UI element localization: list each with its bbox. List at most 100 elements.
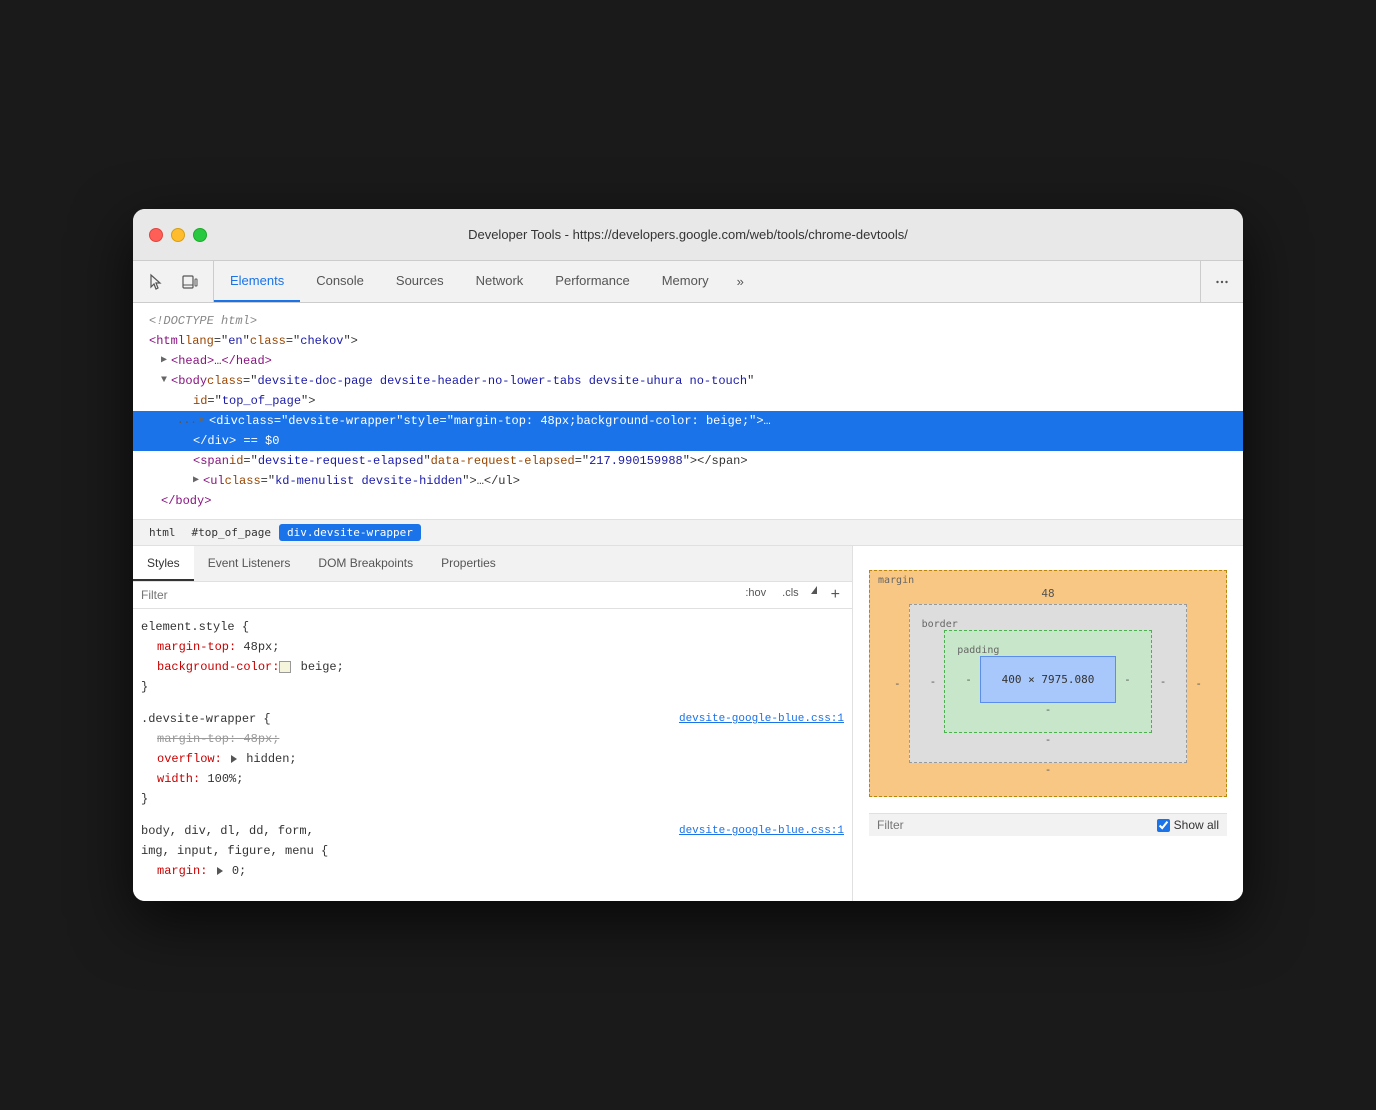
box-model-visualization: margin 48 - border - xyxy=(869,570,1227,797)
add-style-button[interactable]: + xyxy=(827,586,844,604)
devtools-window: Developer Tools - https://developers.goo… xyxy=(133,209,1243,901)
css-source-2[interactable]: devsite-google-blue.css:1 xyxy=(679,821,844,841)
devtools-tabs: Elements Console Sources Network Perform… xyxy=(214,261,1200,302)
devtools-main-content: <!DOCTYPE html> <html lang="en" class="c… xyxy=(133,303,1243,901)
css-selector-devsite-wrapper: devsite-google-blue.css:1 .devsite-wrapp… xyxy=(141,709,844,729)
filter-input[interactable] xyxy=(141,588,741,602)
box-border: border - padding - xyxy=(909,604,1188,763)
dom-line-head[interactable]: ▶<head>…</head> xyxy=(133,351,1243,371)
dom-line-body-close[interactable]: </body> xyxy=(133,491,1243,511)
tab-network[interactable]: Network xyxy=(460,261,540,302)
css-prop-margin-body[interactable]: margin: 0; xyxy=(141,861,844,881)
breadcrumb-top-of-page[interactable]: #top_of_page xyxy=(184,524,279,541)
panel-tabs: Styles Event Listeners DOM Breakpoints P… xyxy=(133,546,852,582)
css-source-1[interactable]: devsite-google-blue.css:1 xyxy=(679,709,844,729)
styles-content: element.style { margin-top: 48px; backgr… xyxy=(133,609,852,901)
triangle-right-ul-icon: ▶ xyxy=(193,471,199,491)
padding-label: padding xyxy=(957,645,999,656)
css-close-brace-1: } xyxy=(141,677,844,697)
css-rule-devsite-wrapper: devsite-google-blue.css:1 .devsite-wrapp… xyxy=(141,709,844,809)
dom-line-ul[interactable]: ▶<ul class="kd-menulist devsite-hidden">… xyxy=(133,471,1243,491)
border-right: - xyxy=(1152,675,1175,688)
css-selector-body-2: img, input, figure, menu { xyxy=(141,841,844,861)
dom-panel: <!DOCTYPE html> <html lang="en" class="c… xyxy=(133,303,1243,520)
tab-elements[interactable]: Elements xyxy=(214,261,300,302)
dom-line-doctype[interactable]: <!DOCTYPE html> xyxy=(133,311,1243,331)
filter-badges: :hov .cls + xyxy=(741,586,844,604)
padding-left: - xyxy=(957,673,980,686)
tab-performance[interactable]: Performance xyxy=(539,261,645,302)
margin-sides: - border - xyxy=(886,604,1210,763)
maximize-button[interactable] xyxy=(193,228,207,242)
border-bottom: - xyxy=(922,733,1175,746)
margin-right: - xyxy=(1187,677,1210,690)
triangle-down-icon: ▼ xyxy=(161,371,167,391)
triangle-icon: ▶ xyxy=(161,351,167,371)
margin-value-top: 48 xyxy=(886,587,1210,600)
styles-panel: Styles Event Listeners DOM Breakpoints P… xyxy=(133,546,853,901)
padding-sides: - 400 × 7975.080 xyxy=(957,656,1139,703)
tab-event-listeners[interactable]: Event Listeners xyxy=(194,546,305,581)
dom-line-body-open[interactable]: ▼<body class="devsite-doc-page devsite-h… xyxy=(133,371,1243,391)
css-prop-margin-top[interactable]: margin-top: 48px; xyxy=(141,637,844,657)
more-tabs-button[interactable]: » xyxy=(725,261,756,302)
box-content: 400 × 7975.080 xyxy=(980,656,1116,703)
minimize-button[interactable] xyxy=(171,228,185,242)
traffic-lights xyxy=(149,228,207,242)
triangle-right-icon: ▶ xyxy=(199,411,205,431)
box-margin: margin 48 - border - xyxy=(869,570,1227,797)
css-prop-overflow[interactable]: overflow: hidden; xyxy=(141,749,844,769)
css-prop-bg-color[interactable]: background-color: beige; xyxy=(141,657,844,677)
lower-panel: Styles Event Listeners DOM Breakpoints P… xyxy=(133,546,1243,901)
inspect-element-icon[interactable] xyxy=(145,271,167,293)
padding-right: - xyxy=(1116,673,1139,686)
tab-sources[interactable]: Sources xyxy=(380,261,460,302)
tab-properties[interactable]: Properties xyxy=(427,546,510,581)
breadcrumb-html[interactable]: html xyxy=(141,524,184,541)
dom-line-span[interactable]: <span id="devsite-request-elapsed" data-… xyxy=(133,451,1243,471)
titlebar: Developer Tools - https://developers.goo… xyxy=(133,209,1243,261)
computed-filter-input[interactable] xyxy=(877,818,1157,832)
content-dimensions: 400 × 7975.080 xyxy=(1002,673,1095,686)
padding-bottom: - xyxy=(957,703,1139,716)
box-border-wrapper: border - padding - xyxy=(909,604,1188,763)
show-all-checkbox[interactable] xyxy=(1157,819,1170,832)
tab-memory[interactable]: Memory xyxy=(646,261,725,302)
dom-line-html[interactable]: <html lang="en" class="chekov"> xyxy=(133,331,1243,351)
breadcrumb-div-wrapper[interactable]: div.devsite-wrapper xyxy=(279,524,421,541)
overflow-triangle-icon xyxy=(231,755,237,763)
box-padding-wrapper: padding - 400 × 7975.080 xyxy=(944,630,1152,733)
window-title: Developer Tools - https://developers.goo… xyxy=(468,227,908,242)
css-selector-element-style: element.style { xyxy=(141,617,844,637)
margin-triangle-icon xyxy=(217,867,223,875)
css-rule-element-style: element.style { margin-top: 48px; backgr… xyxy=(141,617,844,697)
hov-badge[interactable]: :hov xyxy=(741,586,770,604)
css-rule-body-selectors: devsite-google-blue.css:1 body, div, dl,… xyxy=(141,821,844,881)
border-sides: - padding - xyxy=(922,630,1175,733)
css-prop-margin-top-2[interactable]: margin-top: 48px; xyxy=(141,729,844,749)
border-dash: - xyxy=(922,675,945,688)
dom-line-body-id[interactable]: id="top_of_page"> xyxy=(133,391,1243,411)
margin-bottom: - xyxy=(886,763,1210,776)
devtools-menu-button[interactable] xyxy=(1200,261,1243,302)
tab-styles[interactable]: Styles xyxy=(133,546,194,581)
tab-dom-breakpoints[interactable]: DOM Breakpoints xyxy=(304,546,427,581)
style-corner-icon xyxy=(811,586,817,594)
toolbar-icons-group xyxy=(133,261,214,302)
device-toolbar-icon[interactable] xyxy=(179,271,201,293)
margin-left: - xyxy=(886,677,909,690)
cls-badge[interactable]: .cls xyxy=(778,586,803,604)
margin-label: margin xyxy=(878,575,914,586)
dom-line-div-close[interactable]: </div> == $0 xyxy=(133,431,1243,451)
dom-line-div-selected[interactable]: ... ▶<div class="devsite-wrapper" style=… xyxy=(133,411,1243,431)
filter-bar: :hov .cls + xyxy=(133,582,852,609)
css-selector-body: devsite-google-blue.css:1 body, div, dl,… xyxy=(141,821,844,841)
tab-console[interactable]: Console xyxy=(300,261,380,302)
box-content-wrapper: 400 × 7975.080 xyxy=(980,656,1116,703)
close-button[interactable] xyxy=(149,228,163,242)
breadcrumb-bar: html #top_of_page div.devsite-wrapper xyxy=(133,520,1243,546)
computed-filter-bar: Show all xyxy=(869,813,1227,836)
box-model-panel: margin 48 - border - xyxy=(853,546,1243,901)
css-prop-width[interactable]: width: 100%; xyxy=(141,769,844,789)
show-all-label: Show all xyxy=(1157,818,1219,832)
